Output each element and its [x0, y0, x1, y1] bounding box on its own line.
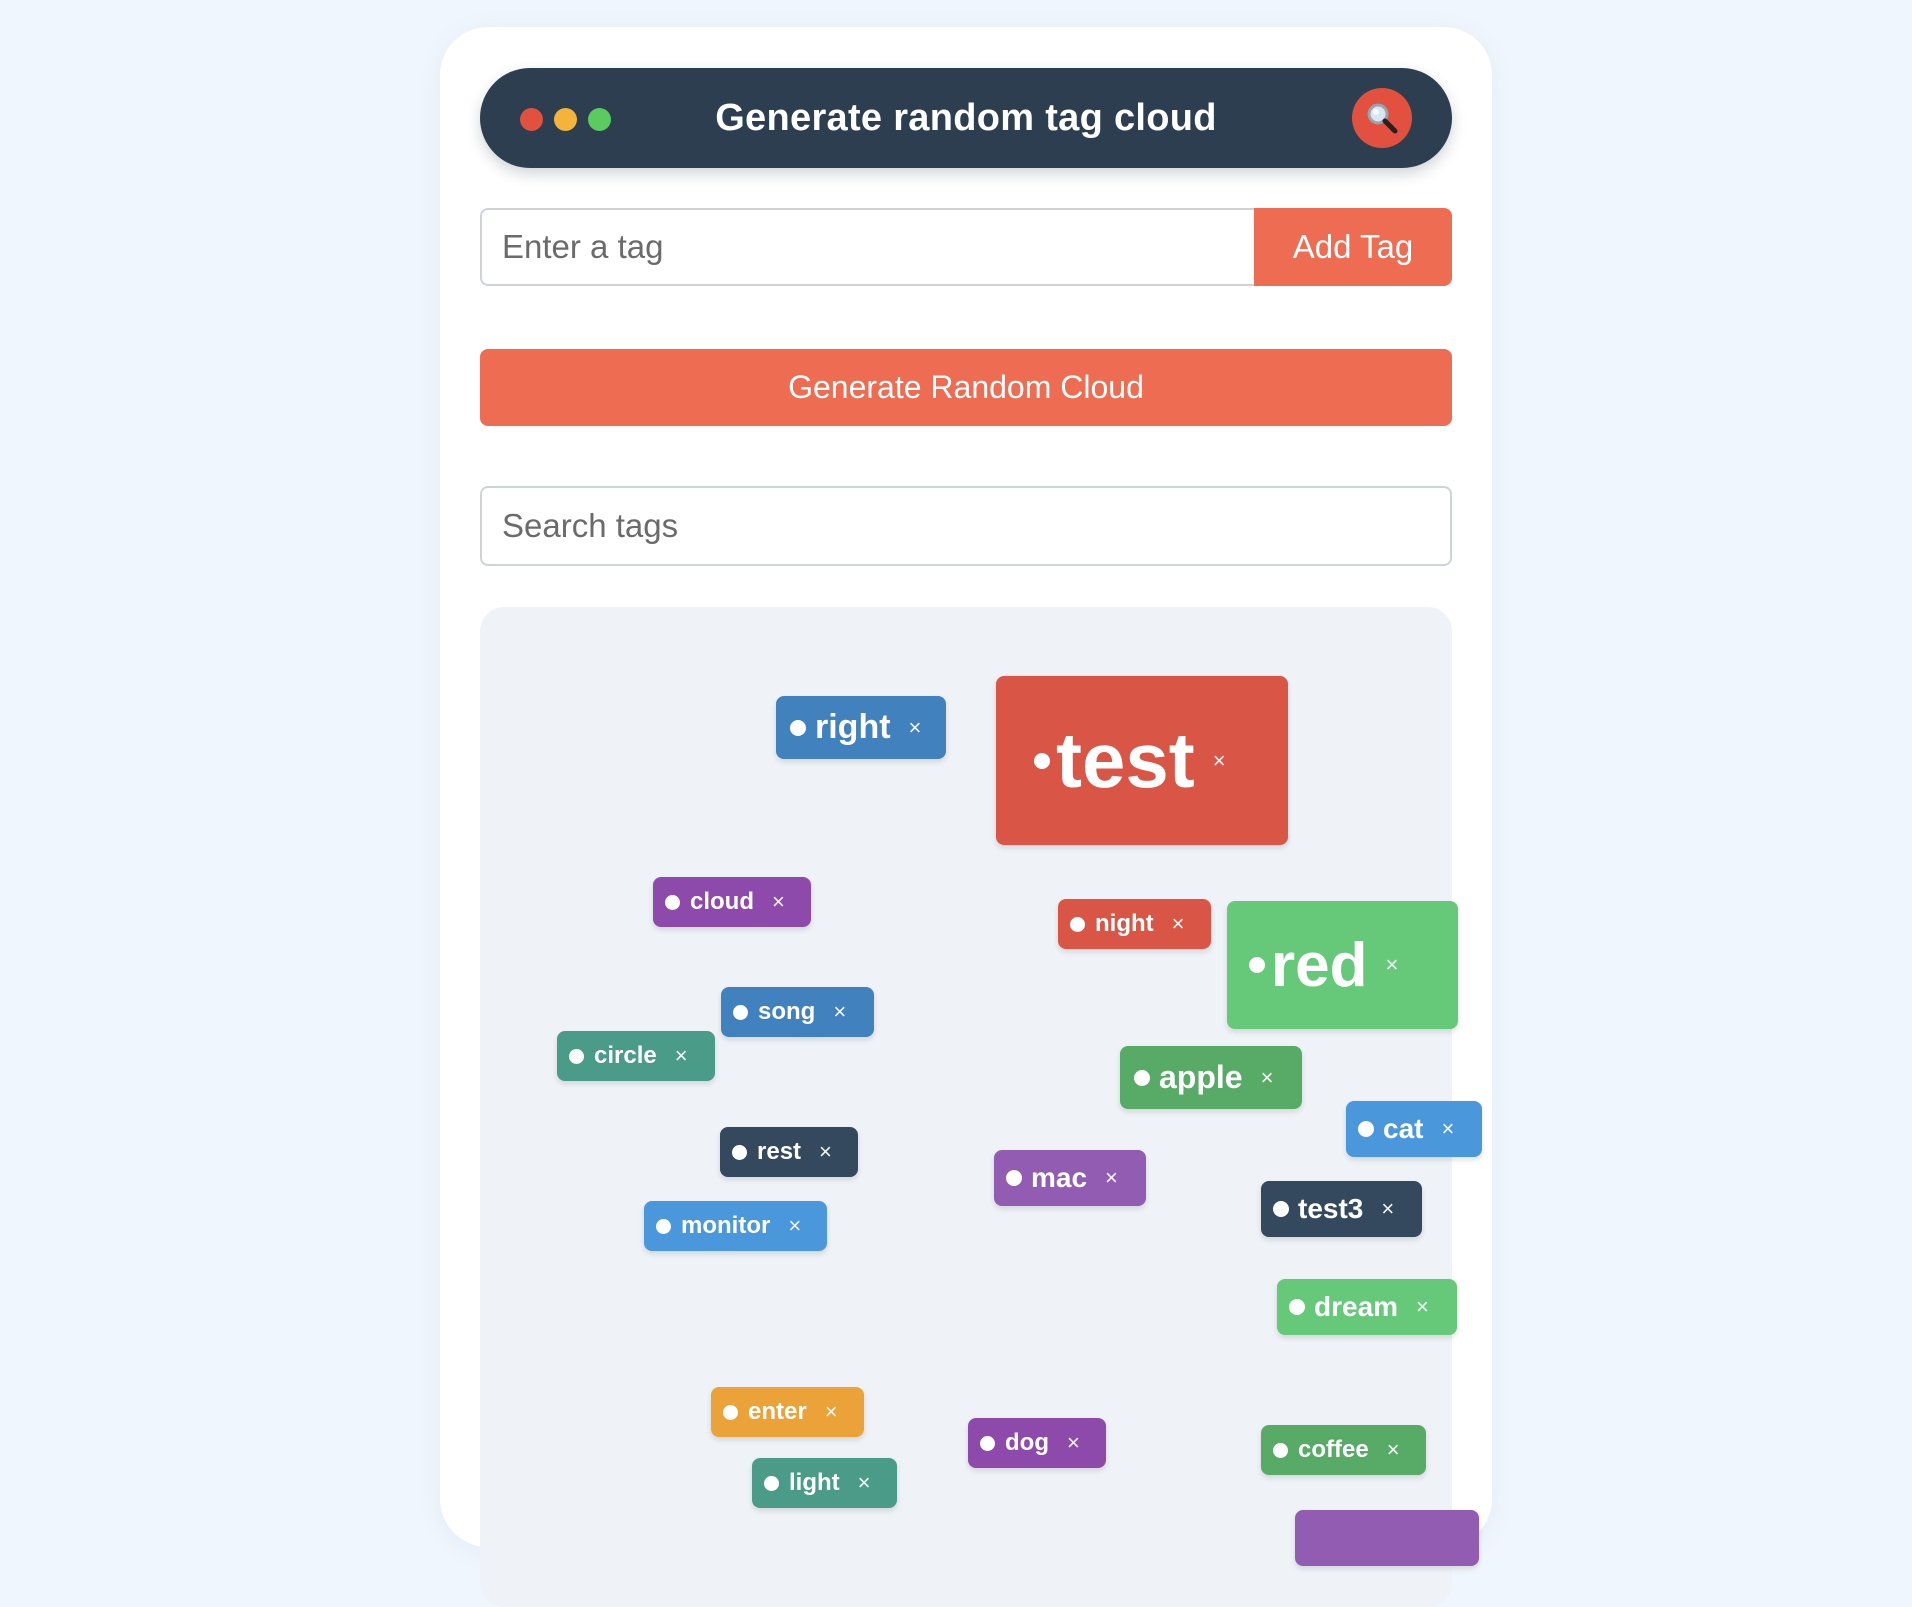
tag-bullet-icon: [1289, 1299, 1305, 1315]
tag-chip[interactable]: coffee ×: [1261, 1425, 1426, 1475]
tag-chip[interactable]: test3 ×: [1261, 1181, 1422, 1237]
tag-bullet-icon: [1134, 1069, 1150, 1086]
remove-tag-icon[interactable]: ×: [1416, 1294, 1429, 1320]
remove-tag-icon[interactable]: ×: [1172, 911, 1185, 937]
remove-tag-icon[interactable]: ×: [1387, 1437, 1400, 1463]
tag-chip[interactable]: monitor ×: [644, 1201, 827, 1251]
app-header: Generate random tag cloud: [480, 68, 1452, 168]
tag-chip[interactable]: rest ×: [720, 1127, 858, 1177]
tag-chip[interactable]: enter ×: [711, 1387, 864, 1437]
app-card: Generate random tag cloud Add Tag Genera…: [440, 27, 1492, 1607]
tag-label: rest: [757, 1138, 802, 1165]
generate-random-cloud-button[interactable]: Generate Random Cloud: [480, 349, 1452, 426]
tag-bullet-icon: [732, 1144, 747, 1160]
tag-chip[interactable]: apple ×: [1120, 1046, 1302, 1109]
tag-chip[interactable]: mac ×: [994, 1150, 1146, 1206]
tag-label: mac: [1031, 1162, 1088, 1193]
tag-chip[interactable]: right ×: [776, 696, 946, 759]
tag-bullet-icon: [569, 1048, 584, 1064]
tag-label: night: [1095, 910, 1154, 937]
remove-tag-icon[interactable]: ×: [1381, 1196, 1394, 1222]
remove-tag-icon[interactable]: ×: [1105, 1165, 1118, 1191]
tag-label: cat: [1383, 1113, 1424, 1144]
remove-tag-icon[interactable]: ×: [1441, 1116, 1454, 1142]
remove-tag-icon[interactable]: ×: [1385, 952, 1398, 978]
tag-chip[interactable]: light ×: [752, 1458, 897, 1508]
tag-bullet-icon: [980, 1435, 995, 1451]
remove-tag-icon[interactable]: ×: [858, 1470, 871, 1496]
tag-bullet-icon: [1273, 1201, 1289, 1217]
tag-label: right: [815, 708, 891, 746]
remove-tag-icon[interactable]: ×: [788, 1213, 801, 1239]
tag-bullet-icon: [1070, 916, 1085, 932]
tag-chip[interactable]: song ×: [721, 987, 874, 1037]
tag-bullet-icon: [665, 894, 680, 910]
tag-label: monitor: [681, 1212, 771, 1239]
tag-label: enter: [748, 1398, 807, 1425]
tag-chip[interactable]: cat ×: [1346, 1101, 1482, 1157]
tag-bullet-icon: [790, 719, 806, 736]
tag-bullet-icon: [1034, 752, 1050, 769]
remove-tag-icon[interactable]: ×: [825, 1399, 838, 1425]
tag-chip[interactable]: circle ×: [557, 1031, 715, 1081]
tag-bullet-icon: [656, 1218, 671, 1234]
tag-chip[interactable]: red ×: [1227, 901, 1458, 1029]
remove-tag-icon[interactable]: ×: [1213, 748, 1226, 774]
remove-tag-icon[interactable]: ×: [1067, 1430, 1080, 1456]
remove-tag-icon[interactable]: ×: [909, 715, 922, 741]
tag-chip[interactable]: night ×: [1058, 899, 1211, 949]
remove-tag-icon[interactable]: ×: [1261, 1065, 1274, 1091]
tag-bullet-icon: [1249, 957, 1265, 973]
add-tag-button[interactable]: Add Tag: [1254, 208, 1452, 286]
tag-bullet-icon: [1358, 1121, 1374, 1137]
tag-bullet-icon: [764, 1475, 779, 1491]
tag-label: dog: [1005, 1429, 1049, 1456]
tag-bullet-icon: [1006, 1170, 1022, 1186]
remove-tag-icon[interactable]: ×: [675, 1043, 688, 1069]
tag-label: test3: [1298, 1193, 1364, 1224]
search-tags-input[interactable]: [480, 486, 1452, 566]
tag-chip[interactable]: [1295, 1510, 1479, 1566]
tag-bullet-icon: [733, 1004, 748, 1020]
search-button[interactable]: [1352, 88, 1412, 148]
tag-label: red: [1271, 930, 1368, 1000]
tag-label: dream: [1314, 1291, 1399, 1322]
page-title: Generate random tag cloud: [715, 97, 1217, 139]
remove-tag-icon[interactable]: ×: [772, 889, 785, 915]
tag-bullet-icon: [723, 1404, 738, 1420]
tag-label: cloud: [690, 888, 754, 915]
tag-label: test: [1056, 716, 1195, 804]
magnifier-icon: [1367, 103, 1398, 134]
tag-chip[interactable]: dream ×: [1277, 1279, 1457, 1335]
tag-label: circle: [594, 1042, 657, 1069]
remove-tag-icon[interactable]: ×: [833, 999, 846, 1025]
tag-cloud: right × test × cloud × night × red × son…: [480, 607, 1482, 1607]
tag-label: song: [758, 998, 816, 1025]
tag-chip[interactable]: test ×: [996, 676, 1288, 845]
tag-label: apple: [1159, 1059, 1243, 1095]
tag-label: coffee: [1298, 1436, 1369, 1463]
tag-chip[interactable]: dog ×: [968, 1418, 1106, 1468]
tag-label: light: [789, 1469, 840, 1496]
remove-tag-icon[interactable]: ×: [819, 1139, 832, 1165]
tag-chip[interactable]: cloud ×: [653, 877, 811, 927]
tag-input[interactable]: [480, 208, 1254, 286]
tag-bullet-icon: [1273, 1442, 1288, 1458]
